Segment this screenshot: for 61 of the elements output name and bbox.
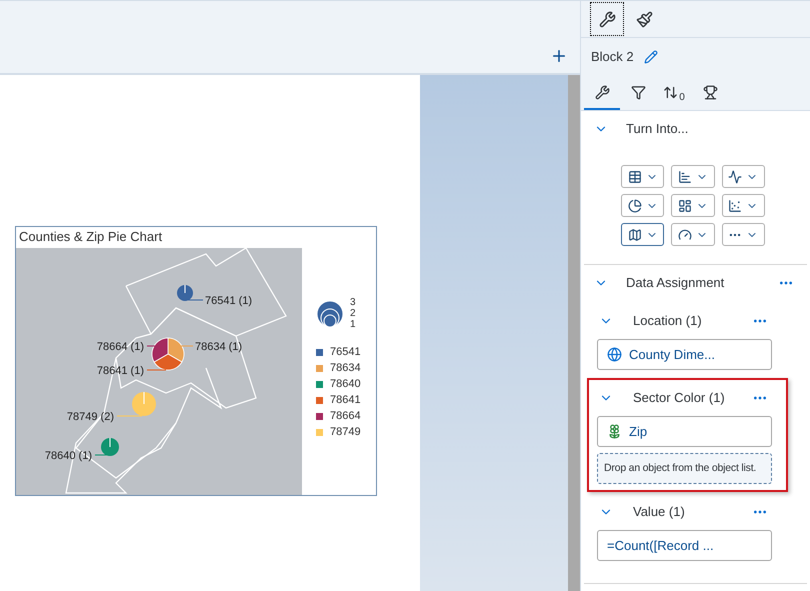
chart-type-button[interactable] xyxy=(722,194,765,217)
size-legend-label: 2 xyxy=(350,308,356,319)
pie-chart-marker xyxy=(132,392,156,416)
scatter-chart-icon xyxy=(728,198,742,212)
leader-line xyxy=(94,454,108,456)
chart-type-button[interactable] xyxy=(671,165,715,188)
legend-label: 78641 xyxy=(330,392,361,408)
legend-label: 78664 xyxy=(330,408,361,424)
pie-chart-marker xyxy=(101,438,119,456)
legend-label: 78749 xyxy=(330,424,361,440)
trophy-icon xyxy=(702,84,718,100)
add-icon[interactable] xyxy=(550,47,568,65)
legend-label: 76541 xyxy=(330,344,361,360)
legend-label: 78640 xyxy=(330,376,361,392)
sort-icon xyxy=(663,84,678,100)
size-legend-label: 1 xyxy=(350,319,356,330)
pie-label: 78664 (1) xyxy=(96,341,144,353)
size-legend-label: 3 xyxy=(350,297,356,308)
tools-icon xyxy=(598,10,616,28)
chart-type-button[interactable] xyxy=(621,165,664,188)
tools-icon xyxy=(594,84,610,100)
map-icon xyxy=(628,228,642,242)
sub-tab[interactable]: 0 xyxy=(656,76,692,110)
dimension-icon xyxy=(607,424,622,439)
pie-chart-marker xyxy=(152,338,184,370)
chart-type-button[interactable] xyxy=(621,194,664,217)
brush-icon xyxy=(636,10,652,28)
section-title: Turn Into... xyxy=(626,120,688,138)
filter-icon xyxy=(630,84,646,100)
pie-label: 78749 (2) xyxy=(66,411,114,423)
pie-label: 78634 (1) xyxy=(195,341,242,353)
section-title: Data Assignment xyxy=(626,274,726,292)
pie-label: 78641 (1) xyxy=(96,365,144,377)
group-title: Value (1) xyxy=(633,503,686,522)
drop-zone[interactable]: Drop an object from the object list. xyxy=(597,453,772,484)
chart-type-button[interactable] xyxy=(722,165,765,188)
chart-type-button[interactable] xyxy=(671,223,715,246)
treemap-icon xyxy=(678,198,692,212)
group-title: Location (1) xyxy=(633,312,703,330)
scrollbar[interactable] xyxy=(568,75,580,591)
bar-chart-icon xyxy=(678,170,692,184)
table-icon xyxy=(628,170,642,184)
assigned-object[interactable]: =Count([Record ... xyxy=(597,530,772,561)
chart-type-button[interactable] xyxy=(621,223,664,246)
globe-icon xyxy=(607,347,622,362)
pie-label: 76541 (1) xyxy=(205,295,252,307)
line-chart-icon xyxy=(728,170,742,184)
group-title: Sector Color (1) xyxy=(633,389,726,408)
pie-chart-icon xyxy=(628,198,642,212)
legend-label: 78634 xyxy=(330,360,361,376)
pie-chart-marker xyxy=(177,284,193,301)
block-title: Block 2 xyxy=(591,48,634,66)
pie-label: 78640 (1) xyxy=(44,450,92,462)
assigned-object[interactable]: County Dime... xyxy=(597,339,772,370)
edit-icon[interactable] xyxy=(644,50,658,64)
chart-type-button[interactable] xyxy=(671,194,715,217)
panel-tab[interactable] xyxy=(590,2,624,36)
chart-title: Counties & Zip Pie Chart xyxy=(18,228,164,246)
gauge-icon xyxy=(678,228,692,242)
assigned-object[interactable]: Zip xyxy=(597,416,772,447)
chart-frame[interactable]: Counties & Zip Pie Chart 76541 (1) 78634 (1) 78641 (1) 78664 (1) 78749 (2) 78640 (1) 3 2 1 76541 78634 78640 78641 78664 78749 xyxy=(15,226,377,496)
